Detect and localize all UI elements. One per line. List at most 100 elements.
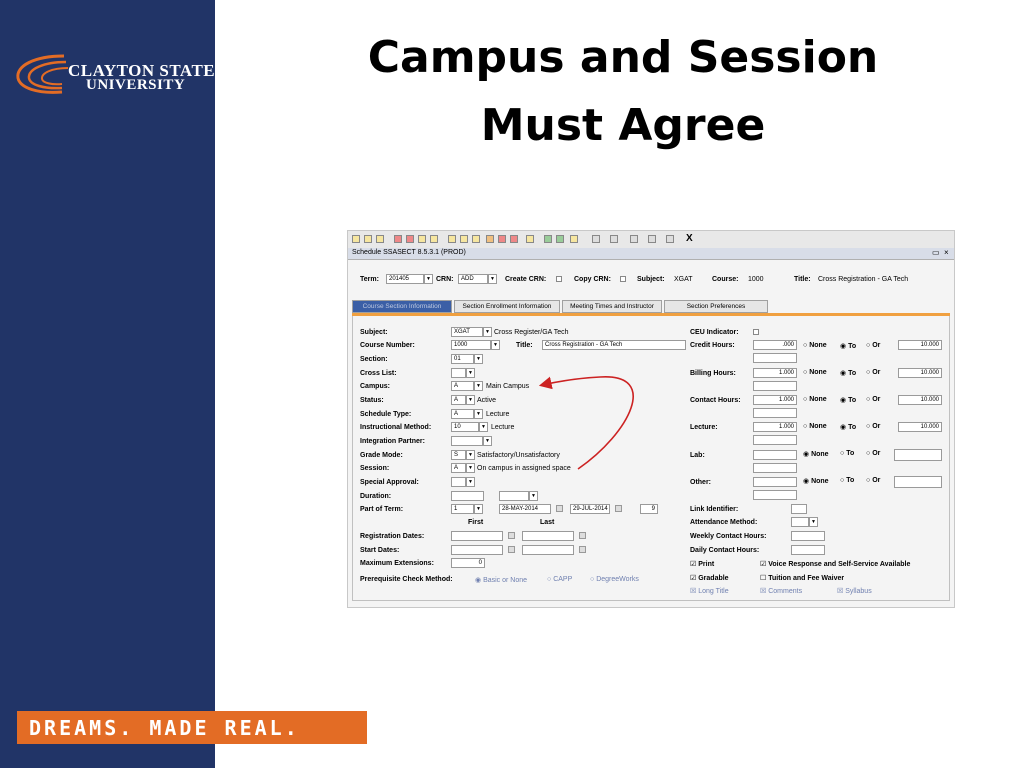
prereq-basic-radio[interactable]: ◉ Basic or None [475, 576, 527, 584]
help-icon[interactable] [610, 235, 618, 243]
lecture-to-radio[interactable]: ◉ To [840, 423, 856, 431]
part-of-term-dropdown-icon[interactable]: ▼ [474, 504, 483, 514]
tuition-fee-waiver-checkbox[interactable]: ☐ Tuition and Fee Waiver [760, 574, 844, 582]
billing-hours-low-field[interactable]: 1.000 [753, 368, 797, 378]
credit-hours-extra-field[interactable] [753, 353, 797, 363]
copy-crn-button[interactable] [620, 276, 626, 282]
lecture-none-radio[interactable]: ○ None [803, 423, 827, 430]
lab-or-radio[interactable]: ○ Or [866, 450, 880, 457]
term-start-date-field[interactable]: 28-MAY-2014 [499, 504, 551, 514]
credit-to-radio[interactable]: ◉ To [840, 342, 856, 350]
link-identifier-field[interactable] [791, 504, 807, 514]
tab-section-preferences[interactable]: Section Preferences [664, 300, 768, 313]
remove-record-icon[interactable] [406, 235, 414, 243]
other-extra-field[interactable] [753, 490, 797, 500]
syllabus-checkbox[interactable]: ☒ Syllabus [837, 587, 872, 595]
billing-hours-extra-field[interactable] [753, 381, 797, 391]
other-low-field[interactable] [753, 477, 797, 487]
course-number-dropdown-icon[interactable]: ▼ [491, 340, 500, 350]
start-first-calendar-icon[interactable] [508, 546, 515, 553]
term-weeks-field[interactable]: 9 [640, 504, 658, 514]
window-close-icon[interactable]: × [944, 248, 949, 257]
lab-none-radio[interactable]: ◉ None [803, 450, 829, 458]
voice-response-checkbox[interactable]: ☑ Voice Response and Self-Service Availa… [760, 560, 910, 568]
credit-hours-high-field[interactable]: 10.000 [898, 340, 942, 350]
info-icon[interactable] [648, 235, 656, 243]
calendar-icon[interactable] [630, 235, 638, 243]
create-crn-button[interactable] [556, 276, 562, 282]
crn-field[interactable]: ADD [458, 274, 488, 284]
previous-block-icon[interactable] [418, 235, 426, 243]
tab-section-enrollment-information[interactable]: Section Enrollment Information [454, 300, 560, 313]
start-last-calendar-icon[interactable] [579, 546, 586, 553]
lab-low-field[interactable] [753, 450, 797, 460]
links-icon[interactable] [556, 235, 564, 243]
start-first-field[interactable] [451, 545, 503, 555]
comments-checkbox[interactable]: ☒ Comments [760, 587, 802, 595]
weekly-contact-hours-field[interactable] [791, 531, 825, 541]
subject-dropdown-icon[interactable]: ▼ [483, 327, 492, 337]
other-high-field[interactable] [894, 476, 942, 488]
grade-mode-field[interactable]: S [451, 450, 466, 460]
tab-meeting-times-and-instructor[interactable]: Meeting Times and Instructor [562, 300, 662, 313]
contact-hours-high-field[interactable]: 10.000 [898, 395, 942, 405]
status-field[interactable]: A [451, 395, 466, 405]
part-of-term-field[interactable]: 1 [451, 504, 474, 514]
contact-none-radio[interactable]: ○ None [803, 396, 827, 403]
course-number-field[interactable]: 1000 [451, 340, 491, 350]
long-title-checkbox[interactable]: ☒ Long Title [690, 587, 729, 595]
rollback-icon[interactable] [364, 235, 372, 243]
next-block-icon[interactable] [430, 235, 438, 243]
save-icon[interactable] [352, 235, 360, 243]
crn-dropdown-icon[interactable]: ▼ [488, 274, 497, 284]
minimize-icon[interactable]: ▭ [932, 248, 940, 257]
term-field[interactable]: 201405 [386, 274, 424, 284]
print-checkbox[interactable]: ☑ Print [690, 560, 714, 568]
registration-first-calendar-icon[interactable] [508, 532, 515, 539]
other-or-radio[interactable]: ○ Or [866, 477, 880, 484]
attendance-method-dropdown-icon[interactable]: ▼ [809, 517, 818, 527]
start-last-field[interactable] [522, 545, 574, 555]
close-icon[interactable]: X [686, 233, 693, 244]
term-dropdown-icon[interactable]: ▼ [424, 274, 433, 284]
subject-field[interactable]: XGAT [451, 327, 483, 337]
credit-none-radio[interactable]: ○ None [803, 342, 827, 349]
session-field[interactable]: A [451, 463, 466, 473]
other-to-radio[interactable]: ○ To [840, 477, 854, 484]
delete-icon[interactable] [498, 235, 506, 243]
lab-high-field[interactable] [894, 449, 942, 461]
cancel-query-icon[interactable] [472, 235, 480, 243]
contact-hours-low-field[interactable]: 1.000 [753, 395, 797, 405]
clear-icon[interactable] [510, 235, 518, 243]
lab-extra-field[interactable] [753, 463, 797, 473]
workflow-icon[interactable] [544, 235, 552, 243]
special-approval-field[interactable] [451, 477, 466, 487]
billing-to-radio[interactable]: ◉ To [840, 369, 856, 377]
contact-or-radio[interactable]: ○ Or [866, 396, 880, 403]
section-dropdown-icon[interactable]: ▼ [474, 354, 483, 364]
registration-first-field[interactable] [451, 531, 503, 541]
lecture-high-field[interactable]: 10.000 [898, 422, 942, 432]
insert-record-icon[interactable] [394, 235, 402, 243]
credit-or-radio[interactable]: ○ Or [866, 342, 880, 349]
lecture-extra-field[interactable] [753, 435, 797, 445]
bookmark-icon[interactable] [526, 235, 534, 243]
start-calendar-icon[interactable] [556, 505, 563, 512]
contact-hours-extra-field[interactable] [753, 408, 797, 418]
billing-none-radio[interactable]: ○ None [803, 369, 827, 376]
billing-hours-high-field[interactable]: 10.000 [898, 368, 942, 378]
daily-contact-hours-field[interactable] [791, 545, 825, 555]
billing-or-radio[interactable]: ○ Or [866, 369, 880, 376]
print-icon[interactable] [486, 235, 494, 243]
exit-icon[interactable] [666, 235, 674, 243]
registration-last-calendar-icon[interactable] [579, 532, 586, 539]
ceu-indicator-checkbox[interactable] [753, 329, 759, 335]
term-end-date-field[interactable]: 29-JUL-2014 [570, 504, 610, 514]
credit-hours-low-field[interactable]: .000 [753, 340, 797, 350]
title-field[interactable]: Cross Registration - GA Tech [542, 340, 686, 350]
prereq-degreeworks-radio[interactable]: ○ DegreeWorks [590, 576, 639, 583]
contact-to-radio[interactable]: ◉ To [840, 396, 856, 404]
end-calendar-icon[interactable] [615, 505, 622, 512]
prereq-capp-radio[interactable]: ○ CAPP [547, 576, 572, 583]
search-icon[interactable] [570, 235, 578, 243]
